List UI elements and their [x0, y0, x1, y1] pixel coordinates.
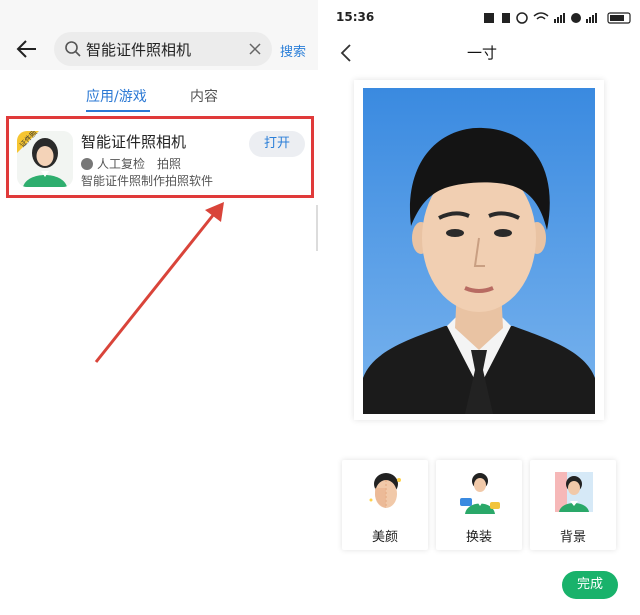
- page-title: 一寸: [466, 44, 497, 62]
- reviewer-icon: [81, 158, 93, 170]
- app-description: 智能证件照制作拍照软件: [81, 174, 214, 188]
- search-query: 智能证件照相机: [86, 41, 192, 59]
- app-title: 智能证件照相机: [81, 133, 187, 151]
- tab-apps-games[interactable]: 应用/游戏: [86, 86, 147, 106]
- nav-bar: 一寸: [324, 34, 640, 74]
- active-tab-indicator: [86, 110, 150, 112]
- status-bar: 15:36: [324, 0, 640, 34]
- id-photo: [363, 88, 595, 414]
- background-option[interactable]: 背景: [530, 460, 616, 550]
- search-results-screen: 智能证件照相机 搜索 应用/游戏 内容 证件照 智能证件照相机 人工复检拍照: [0, 0, 318, 615]
- clear-icon[interactable]: [248, 42, 262, 56]
- change-outfit-label: 换装: [465, 530, 492, 545]
- tab-content[interactable]: 内容: [190, 86, 218, 106]
- search-icon: [65, 41, 81, 57]
- app-tags: 人工复检 拍照: [81, 155, 181, 172]
- back-arrow-icon[interactable]: [14, 36, 40, 62]
- open-app-button[interactable]: 打开: [249, 131, 305, 157]
- status-icons: [484, 12, 631, 24]
- status-time: 15:36: [336, 10, 375, 24]
- app-icon: 证件照: [17, 131, 73, 187]
- app-result-item[interactable]: 证件照 智能证件照相机 人工复检 拍照 智能证件照制作拍照软件 打开: [6, 116, 314, 198]
- change-outfit-icon: [460, 473, 500, 514]
- search-input[interactable]: 智能证件照相机: [54, 32, 272, 66]
- id-photo-preview: [354, 80, 604, 420]
- search-button[interactable]: 搜索: [280, 41, 306, 60]
- background-label: 背景: [559, 530, 586, 545]
- beauty-option[interactable]: 美颜: [342, 460, 428, 550]
- app-tag-photo: 拍照: [157, 157, 182, 171]
- search-header: 智能证件照相机 搜索: [0, 0, 318, 70]
- beauty-face-icon: [369, 473, 401, 508]
- app-tag-review: 人工复检: [97, 157, 146, 171]
- background-icon: [555, 472, 593, 512]
- done-button[interactable]: 完成: [562, 571, 618, 599]
- scrollbar: [316, 205, 318, 251]
- photo-editor-screen: 15:36 一寸 美颜 换装 背景 完成: [324, 0, 640, 615]
- beauty-label: 美颜: [371, 530, 398, 545]
- change-outfit-option[interactable]: 换装: [436, 460, 522, 550]
- result-tabs: 应用/游戏 内容: [0, 80, 318, 116]
